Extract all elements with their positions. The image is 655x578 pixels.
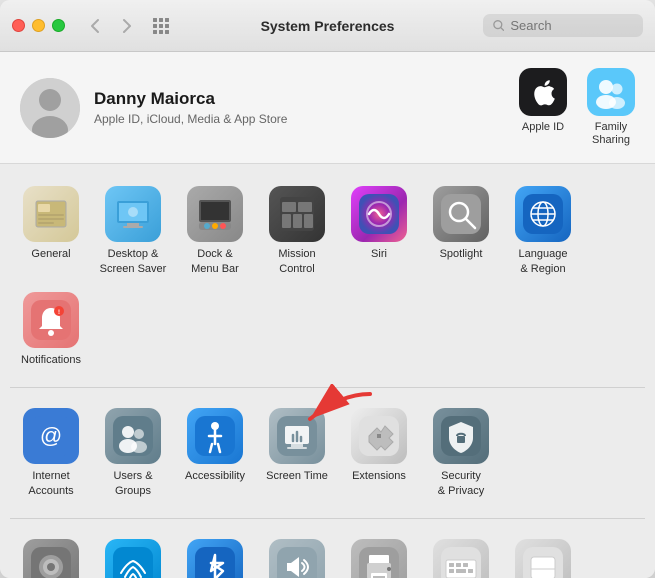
- screentime-label: Screen Time: [266, 469, 328, 483]
- section-accounts: @ InternetAccounts: [10, 400, 645, 506]
- profile-info: Danny Maiorca Apple ID, iCloud, Media & …: [94, 89, 505, 126]
- dock-label: Dock &Menu Bar: [191, 247, 239, 276]
- maximize-button[interactable]: [52, 19, 65, 32]
- trackpad-icon: [515, 539, 571, 578]
- pref-security[interactable]: Security& Privacy: [420, 400, 502, 506]
- apple-id-icon: [519, 68, 567, 116]
- internet-icon: @: [23, 408, 79, 464]
- pref-users[interactable]: Users &Groups: [92, 400, 174, 506]
- pref-sound[interactable]: Sound: [256, 531, 338, 578]
- pref-language[interactable]: Language& Region: [502, 178, 584, 284]
- svg-text:!: !: [58, 310, 60, 316]
- desktop-label: Desktop &Screen Saver: [100, 247, 167, 276]
- bluetooth-icon: [187, 539, 243, 578]
- avatar[interactable]: [20, 78, 80, 138]
- network-icon: [105, 539, 161, 578]
- pref-trackpad[interactable]: Trackpad: [502, 531, 584, 578]
- window-title: System Preferences: [261, 18, 395, 34]
- notifications-icon: !: [23, 292, 79, 348]
- pref-mission[interactable]: MissionControl: [256, 178, 338, 284]
- internet-label: InternetAccounts: [28, 469, 73, 498]
- sound-icon: [269, 539, 325, 578]
- spotlight-icon: [433, 186, 489, 242]
- pref-keyboard[interactable]: Keyboard: [420, 531, 502, 578]
- mission-label: MissionControl: [278, 247, 315, 276]
- security-icon: [433, 408, 489, 464]
- extensions-icon: [351, 408, 407, 464]
- profile-actions: Apple ID FamilySharing: [519, 68, 635, 147]
- titlebar: System Preferences: [0, 0, 655, 52]
- apple-id-button[interactable]: Apple ID: [519, 68, 567, 147]
- pref-spotlight[interactable]: Spotlight: [420, 178, 502, 284]
- desktop-icon: [105, 186, 161, 242]
- section-personal: General Desktop &Screen: [10, 178, 645, 375]
- general-label: General: [31, 247, 70, 261]
- hardware-grid: SoftwareUpdate Network: [10, 531, 645, 578]
- printers-icon: [351, 539, 407, 578]
- pref-printers[interactable]: Printers &Scanners: [338, 531, 420, 578]
- siri-icon: [351, 186, 407, 242]
- siri-label: Siri: [371, 247, 387, 261]
- pref-general[interactable]: General: [10, 178, 92, 284]
- profile-name: Danny Maiorca: [94, 89, 505, 109]
- pref-accessibility[interactable]: Accessibility: [174, 400, 256, 506]
- family-sharing-label: FamilySharing: [592, 121, 630, 147]
- security-label: Security& Privacy: [438, 469, 484, 498]
- search-input[interactable]: [510, 18, 633, 33]
- general-icon: [23, 186, 79, 242]
- pref-notifications[interactable]: ! Notifications: [10, 284, 92, 375]
- section-hardware: SoftwareUpdate Network: [10, 531, 645, 578]
- pref-software-update[interactable]: SoftwareUpdate: [10, 531, 92, 578]
- language-icon: [515, 186, 571, 242]
- close-button[interactable]: [12, 19, 25, 32]
- software-update-icon: [23, 539, 79, 578]
- profile-section: Danny Maiorca Apple ID, iCloud, Media & …: [0, 52, 655, 164]
- svg-text:@: @: [40, 423, 62, 448]
- pref-dock[interactable]: Dock &Menu Bar: [174, 178, 256, 284]
- spotlight-label: Spotlight: [440, 247, 483, 261]
- screentime-icon: [269, 408, 325, 464]
- accounts-grid: @ InternetAccounts: [10, 400, 645, 506]
- users-label: Users &Groups: [113, 469, 152, 498]
- mission-icon: [269, 186, 325, 242]
- keyboard-icon: [433, 539, 489, 578]
- apple-id-label: Apple ID: [522, 121, 564, 134]
- grid-view-button[interactable]: [147, 16, 175, 36]
- accessibility-label: Accessibility: [185, 469, 245, 483]
- preferences-grid: General Desktop &Screen: [0, 164, 655, 578]
- minimize-button[interactable]: [32, 19, 45, 32]
- pref-internet[interactable]: @ InternetAccounts: [10, 400, 92, 506]
- extensions-label: Extensions: [352, 469, 406, 483]
- forward-button[interactable]: [113, 16, 141, 36]
- back-button[interactable]: [81, 16, 109, 36]
- pref-desktop[interactable]: Desktop &Screen Saver: [92, 178, 174, 284]
- traffic-lights: [12, 19, 65, 32]
- pref-extensions[interactable]: Extensions: [338, 400, 420, 506]
- nav-buttons: [81, 16, 141, 36]
- family-sharing-button[interactable]: FamilySharing: [587, 68, 635, 147]
- users-icon: [105, 408, 161, 464]
- pref-bluetooth[interactable]: Bluetooth: [174, 531, 256, 578]
- search-icon: [493, 19, 504, 32]
- dock-icon: [187, 186, 243, 242]
- language-label: Language& Region: [519, 247, 568, 276]
- profile-subtitle: Apple ID, iCloud, Media & App Store: [94, 112, 505, 126]
- personal-grid: General Desktop &Screen: [10, 178, 645, 375]
- notifications-label: Notifications: [21, 353, 81, 367]
- pref-screentime[interactable]: Screen Time: [256, 400, 338, 506]
- pref-siri[interactable]: Siri: [338, 178, 420, 284]
- pref-network[interactable]: Network: [92, 531, 174, 578]
- accessibility-icon: [187, 408, 243, 464]
- search-bar[interactable]: [483, 14, 643, 37]
- family-sharing-icon: [587, 68, 635, 116]
